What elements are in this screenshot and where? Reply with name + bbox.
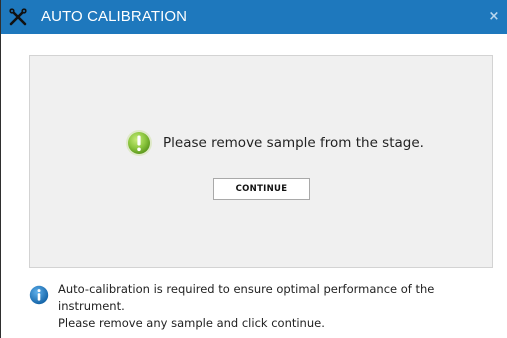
info-text: Auto-calibration is required to ensure o… xyxy=(58,281,498,332)
info-icon xyxy=(29,285,49,305)
content-panel: Please remove sample from the stage. CON… xyxy=(29,55,493,268)
tools-icon xyxy=(9,8,27,26)
close-button[interactable]: × xyxy=(484,0,504,34)
title-bar: AUTO CALIBRATION × xyxy=(1,0,507,34)
window-title: AUTO CALIBRATION xyxy=(41,8,188,25)
info-line-1: Auto-calibration is required to ensure o… xyxy=(58,282,435,313)
alert-icon xyxy=(125,129,153,157)
instruction-message: Please remove sample from the stage. xyxy=(163,135,424,151)
message-row: Please remove sample from the stage. xyxy=(125,128,424,158)
auto-calibration-window: AUTO CALIBRATION × Please remove sample … xyxy=(0,0,507,338)
continue-button[interactable]: CONTINUE xyxy=(213,178,310,200)
info-line-2: Please remove any sample and click conti… xyxy=(58,316,325,330)
